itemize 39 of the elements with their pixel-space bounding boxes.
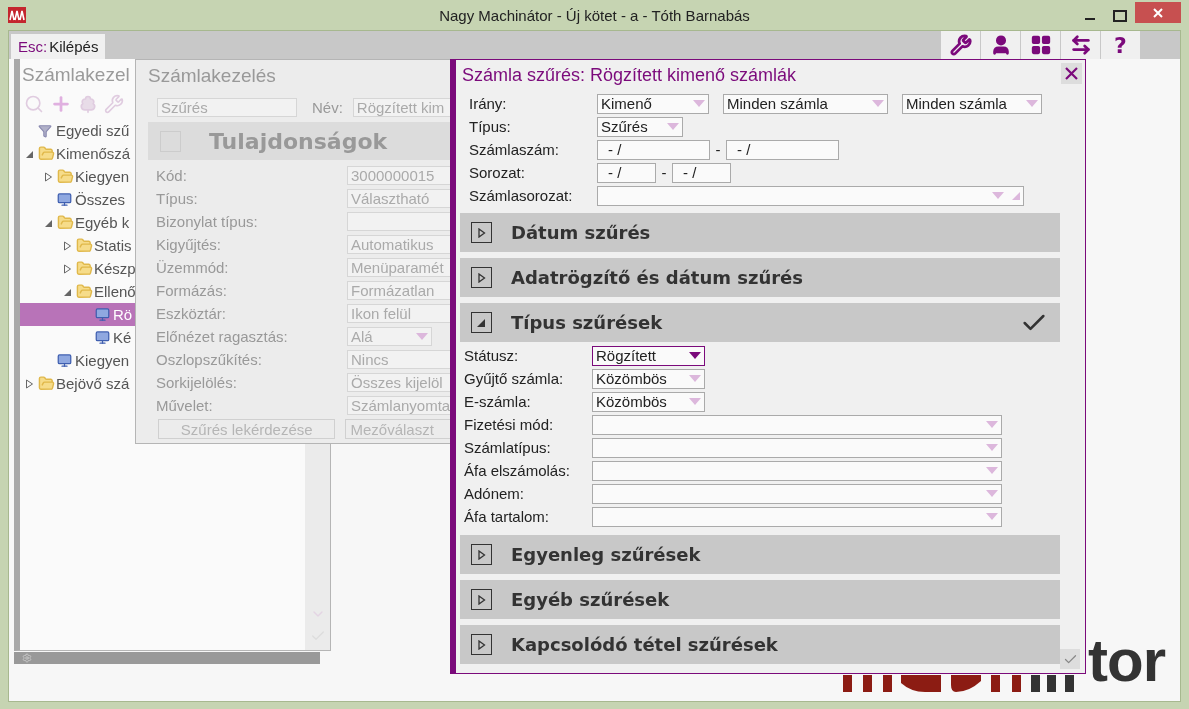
field-label: Fizetési mód: [464,416,555,433]
field-label: Gyűjtő számla: [464,370,565,387]
name-label: Név: [312,98,343,116]
property-label: Bizonylat típus: [156,213,259,230]
property-label: Típus: [156,190,199,207]
range-separator: - [714,141,722,158]
field-label: Státusz: [464,347,520,364]
property-label: Művelet: [156,397,214,414]
property-label: Üzemmód: [156,259,230,276]
panel-title: Számlakezel [21,63,130,87]
field-label: E-számla: [464,393,532,410]
window-title: Nagy Machinátor - Új kötet - a - Tóth Barnabás [439,6,750,24]
field-label: Számlaszám: [469,141,561,158]
section-title: Típus szűrések [511,312,663,333]
property-label: Formázás: [156,282,228,299]
section-title: Adatrögzítő és dátum szűrés [511,267,804,288]
section-title: Egyéb szűrések [511,589,670,610]
property-label: Előnézet ragasztás: [156,328,289,345]
field-label: Típus: [469,118,512,135]
section-title: Dátum szűrés [511,222,651,243]
dialog-title: Számla szűrés: Rögzített kimenő számlák [461,64,797,87]
section-title: Tulajdonságok [209,128,388,154]
property-label: Oszlopszűkítés: [156,351,263,368]
property-label: Sorkijelölés: [156,374,238,391]
logo: tor [1088,631,1165,691]
field-label: Számlatípus: [464,439,552,456]
field-label: Sorozat: [469,164,526,181]
field-label: Adónem: [464,485,526,502]
property-label: Kód: [156,167,188,184]
property-label: Eszköztár: [156,305,228,322]
property-label: Kigyűjtés: [156,236,223,253]
field-label: Irány: [469,95,508,112]
field-label: Számlasorozat: [469,187,574,204]
section-title: Egyenleg szűrések [511,544,701,565]
field-label: Áfa tartalom: [464,508,551,525]
range-separator: - [660,164,668,181]
field-label: Áfa elszámolás: [464,462,571,479]
section-title: Kapcsolódó tétel szűrések [511,634,778,655]
window-heading: Számlakezelés [148,64,277,88]
